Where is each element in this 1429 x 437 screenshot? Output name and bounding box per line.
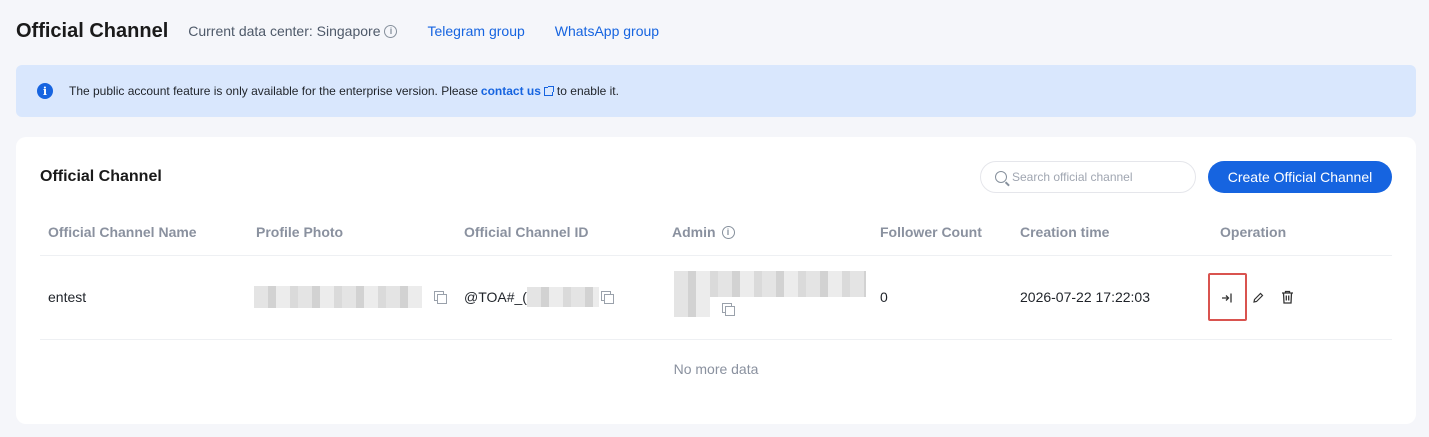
data-center-label: Current data center: Singapore i <box>188 23 398 39</box>
col-header-creation: Creation time <box>1020 224 1110 240</box>
cell-admin <box>674 271 866 317</box>
redacted-admin-2 <box>674 297 710 317</box>
cell-follower-count: 0 <box>880 289 888 305</box>
channel-id-text: @TOA#_( <box>464 289 527 305</box>
row-divider <box>40 339 1392 340</box>
contact-us-link[interactable]: contact us <box>481 84 541 98</box>
info-icon[interactable]: i <box>721 225 735 239</box>
col-header-admin-label: Admin <box>672 224 716 240</box>
copy-icon[interactable] <box>434 291 447 304</box>
edit-icon-svg <box>1253 292 1264 303</box>
cell-name: entest <box>48 289 87 305</box>
no-more-data: No more data <box>673 361 759 377</box>
enter-icon-svg <box>1222 293 1232 303</box>
page-title: Official Channel <box>16 19 169 42</box>
delete-icon[interactable] <box>1280 290 1294 304</box>
external-link-icon[interactable] <box>543 85 554 96</box>
redacted-id <box>526 287 599 307</box>
col-header-photo: Profile Photo <box>256 224 344 240</box>
create-official-channel-button[interactable]: Create Official Channel <box>1208 161 1392 193</box>
page-header: Official Channel Current data center: Si… <box>16 0 1416 62</box>
telegram-group-link[interactable]: Telegram group <box>427 23 524 39</box>
search-input[interactable] <box>1012 170 1182 184</box>
col-header-name: Official Channel Name <box>48 224 197 240</box>
search-box[interactable] <box>980 161 1196 193</box>
info-icon: i <box>37 83 53 99</box>
cell-creation-time: 2026-07-22 17:22:03 <box>1020 289 1150 305</box>
cell-channel-id: @TOA#_( <box>464 287 614 307</box>
redacted-photo <box>254 286 422 308</box>
enter-icon[interactable] <box>1220 291 1234 305</box>
edit-icon[interactable] <box>1251 291 1265 305</box>
col-header-followers: Follower Count <box>880 224 982 240</box>
redacted-admin <box>674 271 866 297</box>
search-icon <box>995 171 1007 183</box>
cell-profile-photo <box>254 286 447 308</box>
card-title: Official Channel <box>40 168 162 185</box>
notice-text-end: to enable it. <box>556 84 619 98</box>
col-header-operation: Operation <box>1220 224 1287 240</box>
copy-icon[interactable] <box>600 291 614 304</box>
copy-icon[interactable] <box>722 303 735 316</box>
enterprise-notice: i The public account feature is only ava… <box>16 65 1416 117</box>
notice-text: The public account feature is only avail… <box>69 84 478 98</box>
data-center-text: Current data center: Singapore <box>188 23 381 39</box>
header-divider <box>40 255 1392 256</box>
official-channel-card: Official Channel Create Official Channel… <box>16 137 1416 424</box>
trash-icon-svg <box>1281 290 1293 304</box>
col-header-id: Official Channel ID <box>464 224 589 240</box>
info-icon[interactable]: i <box>384 24 398 38</box>
col-header-admin: Admin i <box>672 224 735 240</box>
whatsapp-group-link[interactable]: WhatsApp group <box>555 23 659 39</box>
